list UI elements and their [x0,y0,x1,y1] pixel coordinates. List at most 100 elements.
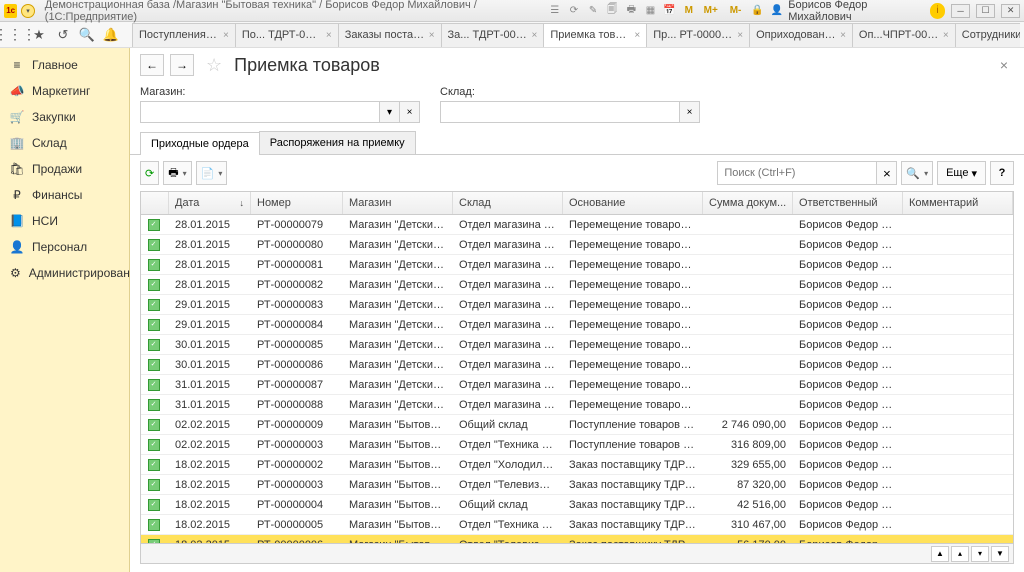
close-page-button[interactable]: × [994,57,1014,73]
help-button[interactable]: ? [990,161,1014,185]
calendar-icon[interactable]: 📅 [662,3,677,19]
search-clear-button[interactable]: × [877,161,897,185]
sidebar-item[interactable]: 🛍Продажи [0,156,129,182]
col-store[interactable]: Магазин [343,192,453,214]
report-button[interactable]: 📄▾ [196,161,228,185]
tab-close-icon[interactable]: × [532,30,538,41]
table-row[interactable]: ✓02.02.2015РТ-00000003Магазин "Бытовая..… [141,435,1013,455]
nav-back-button[interactable]: ← [140,54,164,76]
m-button[interactable]: M [681,3,696,19]
search-button[interactable]: 🔍▾ [901,161,933,185]
tool-icon-2[interactable]: ⟳ [566,3,581,19]
col-date[interactable]: Дата↓ [169,192,251,214]
col-basis[interactable]: Основание [563,192,703,214]
table-row[interactable]: ✓28.01.2015РТ-00000079Магазин "Детские .… [141,215,1013,235]
doc-tab[interactable]: Заказы постав...× [338,23,442,47]
m-plus-button[interactable]: M+ [700,3,721,19]
filter-wh-input[interactable] [440,101,680,123]
table-row[interactable]: ✓18.02.2015РТ-00000004Магазин "Бытовая..… [141,495,1013,515]
info-icon[interactable]: i [930,3,945,19]
tab-close-icon[interactable]: × [223,30,229,41]
tab-close-icon[interactable]: × [326,30,332,41]
window-maximize[interactable]: ☐ [976,4,995,18]
table-row[interactable]: ✓28.01.2015РТ-00000080Магазин "Детские .… [141,235,1013,255]
window-close[interactable]: ✕ [1001,4,1020,18]
table-row[interactable]: ✓02.02.2015РТ-00000009Магазин "Бытовая..… [141,415,1013,435]
doc-tab[interactable]: Пр... РТ-00000006× [646,23,750,47]
print-button[interactable]: 🖶▾ [163,161,191,185]
apps-grid-icon[interactable]: ⋮⋮⋮ [4,24,26,46]
table-row[interactable]: ✓31.01.2015РТ-00000087Магазин "Детские .… [141,375,1013,395]
sidebar-item[interactable]: ⚙Администрирование [0,260,129,286]
nav-forward-button[interactable]: → [170,54,194,76]
favorite-star-icon[interactable]: ☆ [206,55,222,76]
col-resp[interactable]: Ответственный [793,192,903,214]
table-row[interactable]: ✓18.02.2015РТ-00000005Магазин "Бытовая..… [141,515,1013,535]
sidebar-item[interactable]: 👤Персонал [0,234,129,260]
doc-status-icon: ✓ [148,499,160,511]
sidebar-item[interactable]: ≡Главное [0,52,129,78]
scroll-up-button[interactable]: ▴ [951,546,969,562]
search-global-icon[interactable]: 🔍 [76,24,98,46]
filter-store-open[interactable]: ▾ [380,101,400,123]
doc-tab[interactable]: Оприходования...× [749,23,853,47]
tab-close-icon[interactable]: × [840,30,846,41]
table-body[interactable]: ✓28.01.2015РТ-00000079Магазин "Детские .… [141,215,1013,543]
sidebar-item[interactable]: 📘НСИ [0,208,129,234]
cell-date: 02.02.2015 [169,437,251,453]
doc-tab[interactable]: Сотрудники× [955,23,1020,47]
tab-close-icon[interactable]: × [943,30,949,41]
table-row[interactable]: ✓28.01.2015РТ-00000082Магазин "Детские .… [141,275,1013,295]
doc-tab[interactable]: За... ТДРТ-000118× [441,23,545,47]
search-input[interactable] [717,161,877,185]
table-row[interactable]: ✓30.01.2015РТ-00000086Магазин "Детские .… [141,355,1013,375]
lock-icon[interactable]: 🔒 [750,3,765,19]
table-row[interactable]: ✓29.01.2015РТ-00000084Магазин "Детские .… [141,315,1013,335]
window-minimize[interactable]: ─ [951,4,970,18]
favorite-icon[interactable]: ★ [28,24,50,46]
col-number[interactable]: Номер [251,192,343,214]
tab-close-icon[interactable]: × [429,30,435,41]
table-row[interactable]: ✓31.01.2015РТ-00000088Магазин "Детские .… [141,395,1013,415]
print-icon[interactable]: 🖶 [624,3,639,19]
filter-store-clear[interactable]: × [400,101,420,123]
sidebar-item[interactable]: 🏢Склад [0,130,129,156]
table-row[interactable]: ✓29.01.2015РТ-00000083Магазин "Детские .… [141,295,1013,315]
cell-store: Магазин "Бытовая... [343,417,453,433]
sidebar-item[interactable]: 🛒Закупки [0,104,129,130]
tool-icon-3[interactable]: ✎ [586,3,601,19]
sidebar-item[interactable]: 📣Маркетинг [0,78,129,104]
app-menu-dropdown[interactable]: ▾ [21,4,34,18]
table-row[interactable]: ✓30.01.2015РТ-00000085Магазин "Детские .… [141,335,1013,355]
tab-close-icon[interactable]: × [737,30,743,41]
col-comment[interactable]: Комментарий [903,192,1013,214]
col-sum[interactable]: Сумма докум... [703,192,793,214]
tool-icon-1[interactable]: ☰ [547,3,562,19]
col-icon[interactable] [141,192,169,214]
more-button[interactable]: Еще▾ [937,161,986,185]
grid-icon[interactable]: ▦ [643,3,658,19]
scroll-top-button[interactable]: ▲ [931,546,949,562]
filter-store-input[interactable] [140,101,380,123]
table-row[interactable]: ✓18.02.2015РТ-00000002Магазин "Бытовая..… [141,455,1013,475]
table-row[interactable]: ✓28.01.2015РТ-00000081Магазин "Детские .… [141,255,1013,275]
bell-icon[interactable]: 🔔 [100,24,122,46]
doc-tab[interactable]: По... ТДРТ-000002× [235,23,339,47]
doc-tab[interactable]: Оп...ЧПРТ-000002× [852,23,956,47]
filter-wh-clear[interactable]: × [680,101,700,123]
refresh-button[interactable]: ⟳ [140,161,159,185]
history-icon[interactable]: ↺ [52,24,74,46]
tab-close-icon[interactable]: × [634,30,640,41]
col-warehouse[interactable]: Склад [453,192,563,214]
tool-icon-4[interactable]: 🗐 [605,3,620,19]
sub-tab[interactable]: Приходные ордера [140,132,260,155]
sidebar-item[interactable]: ₽Финансы [0,182,129,208]
scroll-bottom-button[interactable]: ▼ [991,546,1009,562]
doc-tab[interactable]: Приемка товаров× [543,23,647,47]
m-minus-button[interactable]: M- [725,3,746,19]
doc-tab[interactable]: Поступления то...× [132,23,236,47]
scroll-down-button[interactable]: ▾ [971,546,989,562]
table-row[interactable]: ✓18.02.2015РТ-00000003Магазин "Бытовая..… [141,475,1013,495]
sub-tab[interactable]: Распоряжения на приемку [259,131,416,154]
table-row[interactable]: ✓18.02.2015РТ-00000006Магазин "Бытовая..… [141,535,1013,543]
